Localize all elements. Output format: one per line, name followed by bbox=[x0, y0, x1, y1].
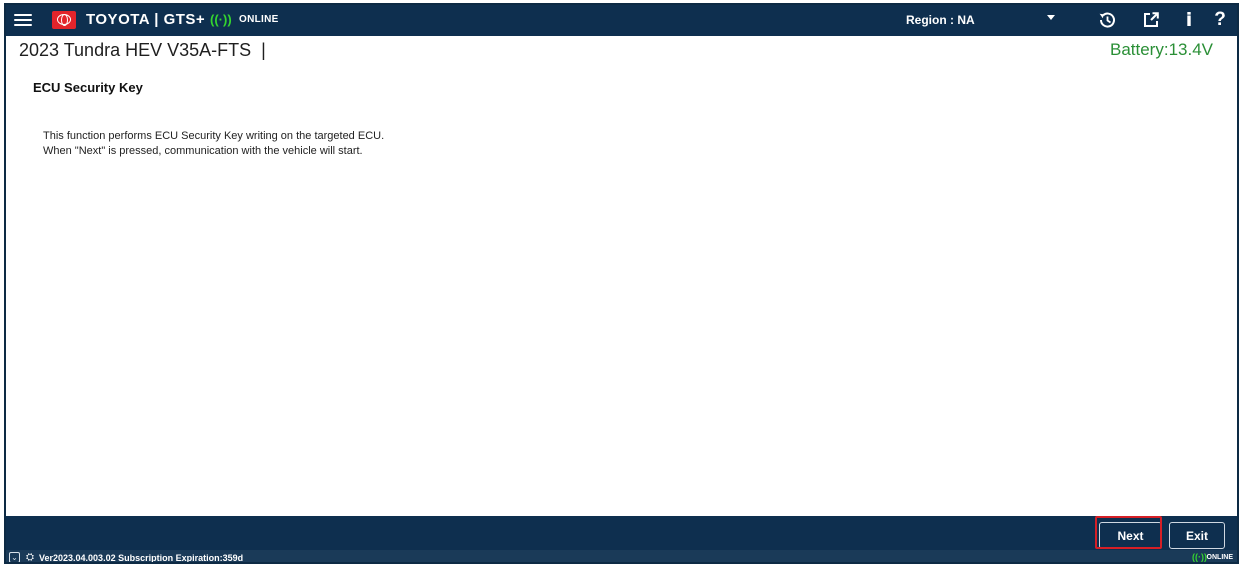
description: This function performs ECU Security Key … bbox=[43, 129, 384, 159]
page-title: ECU Security Key bbox=[33, 80, 143, 95]
toyota-logo-icon bbox=[52, 11, 76, 29]
top-bar: TOYOTA | GTS+ ((·)) ONLINE Region : NA i… bbox=[6, 5, 1237, 36]
hamburger-icon[interactable] bbox=[14, 11, 32, 29]
signal-icon: ((·)) bbox=[210, 12, 232, 27]
title-separator: | bbox=[261, 40, 266, 60]
region-selector[interactable]: Region : NA bbox=[906, 13, 975, 27]
description-line: This function performs ECU Security Key … bbox=[43, 130, 385, 142]
app-window: TOYOTA | GTS+ ((·)) ONLINE Region : NA i… bbox=[4, 3, 1239, 564]
battery-voltage: Battery:13.4V bbox=[1109, 40, 1213, 59]
info-icon[interactable]: i bbox=[1176, 8, 1202, 32]
exit-button[interactable]: Exit bbox=[1169, 522, 1225, 549]
next-button[interactable]: Next bbox=[1099, 522, 1162, 549]
description-line: When "Next" is pressed, communication wi… bbox=[43, 145, 363, 157]
action-bar: Next Exit bbox=[6, 516, 1237, 550]
connection-status: ONLINE bbox=[1206, 554, 1233, 561]
chevron-down-icon[interactable] bbox=[1047, 15, 1055, 20]
external-link-icon[interactable] bbox=[1138, 8, 1164, 32]
history-icon[interactable] bbox=[1094, 8, 1120, 32]
chevron-down-icon[interactable]: ⌄ bbox=[9, 552, 20, 562]
connection-status: ONLINE bbox=[239, 14, 279, 25]
status-bar: ⌄ ⛭ Ver2023.04.003.02 Subscription Expir… bbox=[6, 550, 1237, 563]
vehicle-title: 2023 Tundra HEV V35A-FTS | bbox=[19, 40, 266, 61]
vehicle-name: 2023 Tundra HEV V35A-FTS bbox=[19, 40, 252, 60]
version-info: Ver2023.04.003.02 Subscription Expiratio… bbox=[39, 553, 244, 563]
brand-title: TOYOTA | GTS+ bbox=[86, 11, 206, 28]
help-icon[interactable]: ? bbox=[1207, 8, 1233, 32]
signal-icon: ((·)) bbox=[1192, 552, 1207, 562]
vehicle-icon: ⛭ bbox=[26, 552, 34, 563]
